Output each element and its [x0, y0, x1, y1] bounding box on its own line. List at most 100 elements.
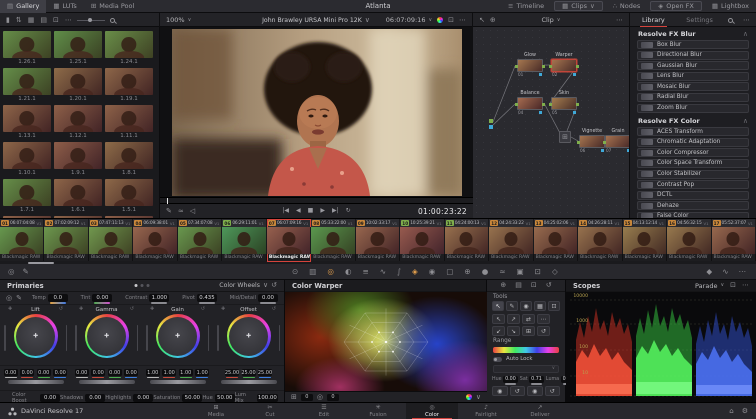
- scope-mode-select[interactable]: Parade ∨: [695, 282, 724, 290]
- timeline-clip[interactable]: 15 04:13:12:14 V1 Blackmagic RAW: [622, 219, 668, 262]
- timeline-clip[interactable]: 14 04:26:28:11 V1 Blackmagic RAW: [578, 219, 623, 262]
- gallery-still[interactable]: 1.9.1: [54, 142, 102, 176]
- warper-mesh[interactable]: [250, 270, 515, 419]
- fx-item[interactable]: Zoom Blur: [637, 103, 749, 113]
- fx-item[interactable]: Radial Blur: [637, 92, 749, 102]
- page-button[interactable]: ↗ Deliver: [514, 403, 566, 419]
- timeline-clip[interactable]: 02 07:02:09:12 V1 Blackmagic RAW: [44, 219, 89, 262]
- search-icon[interactable]: [109, 17, 115, 23]
- gallery-still[interactable]: 1.24.1: [105, 31, 153, 65]
- clip-thumbnail[interactable]: [489, 227, 534, 254]
- corrector-node[interactable]: Skin 05: [549, 91, 579, 115]
- fx-item[interactable]: Box Blur: [637, 40, 749, 49]
- clip-thumbnail[interactable]: [622, 227, 668, 254]
- gallery-toggle-icon[interactable]: ◎: [8, 268, 15, 276]
- adjustment-value[interactable]: 0.00: [92, 294, 113, 304]
- clip-thumbnail[interactable]: [311, 227, 356, 254]
- timeline-clip[interactable]: 11 04:24:00:13 V1 Blackmagic RAW: [444, 219, 490, 262]
- collapse-icon[interactable]: ∧: [743, 30, 748, 38]
- gallery-still[interactable]: 1.26.1: [3, 31, 51, 65]
- fx-item[interactable]: Directional Blur: [637, 50, 749, 60]
- adjustment-value[interactable]: 50.00: [214, 393, 235, 403]
- timeline-clip[interactable]: 04 06:09:38:01 V1 Blackmagic RAW: [133, 219, 178, 262]
- library-search-icon[interactable]: [728, 17, 734, 23]
- point-mode-dropdown[interactable]: ∨: [493, 365, 559, 373]
- wheel-channel-value[interactable]: 0.00: [74, 369, 89, 378]
- lightbox-button[interactable]: ▦ Lightbox: [705, 0, 756, 13]
- clip-title-dropdown[interactable]: John Brawley URSA Mini Pro 12K ∨: [262, 16, 370, 24]
- openfx-button[interactable]: ◈ Open FX: [650, 1, 702, 11]
- clip-thumbnail[interactable]: [355, 227, 401, 254]
- adjustment-value[interactable]: 0.00: [85, 393, 106, 403]
- wheel-channel-value[interactable]: 0.00: [36, 369, 51, 378]
- fx-item[interactable]: Gaussian Blur: [637, 61, 749, 71]
- media-pool-button[interactable]: ⊞ Media Pool: [84, 0, 142, 13]
- fx-item[interactable]: Contrast Pop: [637, 180, 749, 190]
- gallery-still[interactable]: 1.19.1: [105, 68, 153, 102]
- page-button[interactable]: ◎ Color: [406, 402, 458, 419]
- corrector-node[interactable]: Balance 04: [515, 91, 545, 115]
- page-button[interactable]: ✂ Cut: [244, 403, 296, 419]
- wheel-channel-value[interactable]: 0.00: [53, 369, 68, 378]
- luts-button[interactable]: ▦ LUTs: [46, 0, 84, 13]
- page-button[interactable]: ⊞ Media: [190, 403, 242, 419]
- clip-thumbnail[interactable]: [88, 227, 134, 254]
- clip-thumbnail[interactable]: [578, 227, 623, 254]
- adjustment-value[interactable]: 0.00: [40, 393, 61, 403]
- master-wheel-bar[interactable]: [78, 380, 135, 384]
- gallery-still[interactable]: 1.25.1: [54, 31, 102, 65]
- fx-item[interactable]: Color Space Transform: [637, 158, 749, 168]
- fx-item[interactable]: Lens Blur: [637, 71, 749, 81]
- wheel-crosshair-icon[interactable]: ✚: [175, 333, 180, 340]
- gallery-still[interactable]: 1.11.1: [105, 105, 153, 139]
- timeline-clip[interactable]: 17 05:52:37:07 V1 Blackmagic RAW: [711, 219, 756, 262]
- timeline-clip[interactable]: 06 06:29:11:01 V1 Blackmagic RAW: [222, 219, 267, 262]
- node-cursor-icon[interactable]: ↖: [479, 16, 485, 24]
- wheel-reset-icon[interactable]: ↺: [59, 307, 63, 312]
- node-more-icon[interactable]: ⋯: [616, 16, 623, 24]
- compare-icon[interactable]: ≈: [178, 207, 184, 215]
- fx-item[interactable]: ACES Transform: [637, 127, 749, 137]
- page-button[interactable]: ☰ Edit: [298, 403, 350, 419]
- auto-balance-icon[interactable]: ✎: [16, 294, 22, 302]
- clip-thumbnail[interactable]: [400, 227, 445, 254]
- wheel-crosshair-icon[interactable]: ✚: [33, 333, 38, 340]
- wheel-channel-value[interactable]: 0.00: [20, 369, 35, 378]
- skip-back-icon[interactable]: |◀: [282, 208, 289, 214]
- wheel-move-icon[interactable]: ✚: [221, 307, 225, 312]
- corrector-node[interactable]: Vignette 06: [577, 129, 607, 153]
- library-more-icon[interactable]: ⋯: [743, 16, 750, 24]
- node-add-icon[interactable]: ⊕: [490, 16, 496, 24]
- lut-browser-icon[interactable]: ✎: [23, 268, 29, 276]
- clip-thumbnail[interactable]: [533, 227, 579, 254]
- timeline-button[interactable]: ≡ Timeline: [501, 0, 551, 13]
- annotate-icon[interactable]: ✎: [166, 207, 172, 215]
- color-wheel[interactable]: ✚: [84, 314, 129, 358]
- wheel-channel-value[interactable]: 25.00: [258, 369, 272, 378]
- wheel-channel-value[interactable]: 0.00: [3, 369, 18, 378]
- tab-library[interactable]: Library: [636, 14, 671, 28]
- grade-indicator-icon[interactable]: [437, 17, 444, 23]
- clip-thumbnail[interactable]: [133, 227, 178, 254]
- fx-item[interactable]: Color Compressor: [637, 148, 749, 158]
- timeline-clip[interactable]: 01 06:07:04:08 V1 Blackmagic RAW: [0, 219, 45, 262]
- loop-icon[interactable]: ↻: [346, 208, 351, 214]
- layer-mixer-node[interactable]: ⊞: [559, 131, 571, 143]
- corrector-node[interactable]: Warper 02: [549, 53, 579, 77]
- wheel-mode-select[interactable]: Color Wheels ∨ ↺: [219, 282, 277, 290]
- clips-button[interactable]: ▦ Clips ∨: [554, 1, 603, 11]
- reset-primaries-icon[interactable]: ↺: [271, 282, 277, 289]
- wheel-crosshair-icon[interactable]: ✚: [246, 333, 251, 340]
- timeline-clip[interactable]: 16 04:56:32:15 V1 Blackmagic RAW: [667, 219, 712, 262]
- color-wheel[interactable]: ✚: [226, 314, 271, 358]
- wheel-channel-value[interactable]: 25.00: [225, 369, 239, 378]
- node-graph-panel[interactable]: ⊞ Glow 01 Warper 02 Balance 04 Skin 05 V…: [473, 27, 630, 218]
- corrector-node[interactable]: Grain 07: [603, 129, 629, 153]
- fx-item[interactable]: Dehaze: [637, 201, 749, 211]
- clip-thumbnail[interactable]: [444, 227, 490, 254]
- adjustment-value[interactable]: 0.0: [47, 294, 68, 304]
- gallery-still[interactable]: 1.6.1: [54, 179, 102, 213]
- clip-thumbnail[interactable]: [44, 227, 89, 254]
- gallery-still[interactable]: 1.7.1: [3, 179, 51, 213]
- timeline-clip[interactable]: 03 07:47:11:13 V1 Blackmagic RAW: [88, 219, 134, 262]
